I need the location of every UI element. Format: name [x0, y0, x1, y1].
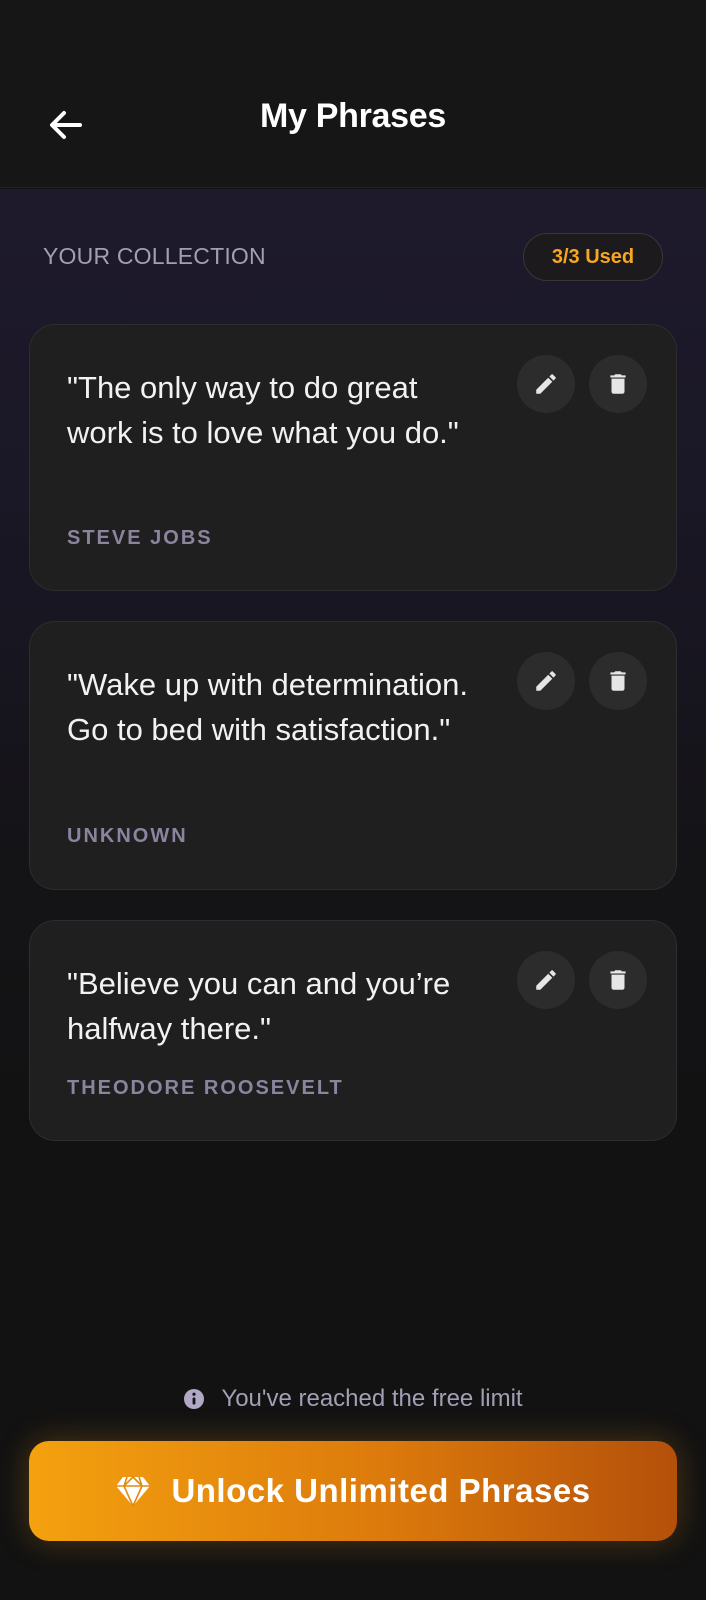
phrase-card: "Believe you can and you’re halfway ther… [29, 920, 677, 1141]
delete-button[interactable] [589, 355, 647, 413]
trash-icon [610, 970, 626, 990]
pencil-icon [536, 671, 556, 691]
usage-badge: 3/3 Used [523, 233, 663, 281]
delete-button[interactable] [589, 652, 647, 710]
phrase-author: UNKNOWN [67, 825, 188, 847]
phrase-author: THEODORE ROOSEVELT [67, 1077, 344, 1099]
app-header: My Phrases [0, 0, 706, 188]
phrase-quote: "Believe you can and you’re halfway ther… [67, 966, 451, 1046]
free-limit-note: You've reached the free limit [0, 1385, 706, 1413]
page-title: My Phrases [260, 97, 446, 135]
info-icon [184, 1389, 205, 1409]
trash-icon [610, 671, 626, 691]
pencil-icon [536, 970, 556, 990]
phrase-quote: "Wake up with determination. Go to bed w… [67, 667, 468, 747]
phrase-card: "The only way to do great work is to lov… [29, 324, 677, 591]
cta-label: Unlock Unlimited Phrases [171, 1472, 591, 1509]
phrase-author: STEVE JOBS [67, 527, 213, 549]
phrase-card: "Wake up with determination. Go to bed w… [29, 621, 677, 890]
phrase-quote: "The only way to do great work is to lov… [67, 370, 459, 450]
pencil-icon [536, 374, 556, 394]
unlock-unlimited-button[interactable]: Unlock Unlimited Phrases [29, 1441, 677, 1541]
edit-button[interactable] [517, 355, 575, 413]
trash-icon [610, 374, 626, 394]
edit-button[interactable] [517, 652, 575, 710]
limit-note-text: You've reached the free limit [221, 1385, 523, 1412]
edit-button[interactable] [517, 951, 575, 1009]
delete-button[interactable] [589, 951, 647, 1009]
collection-label: YOUR COLLECTION [43, 243, 266, 269]
diamond-icon [116, 1476, 151, 1507]
